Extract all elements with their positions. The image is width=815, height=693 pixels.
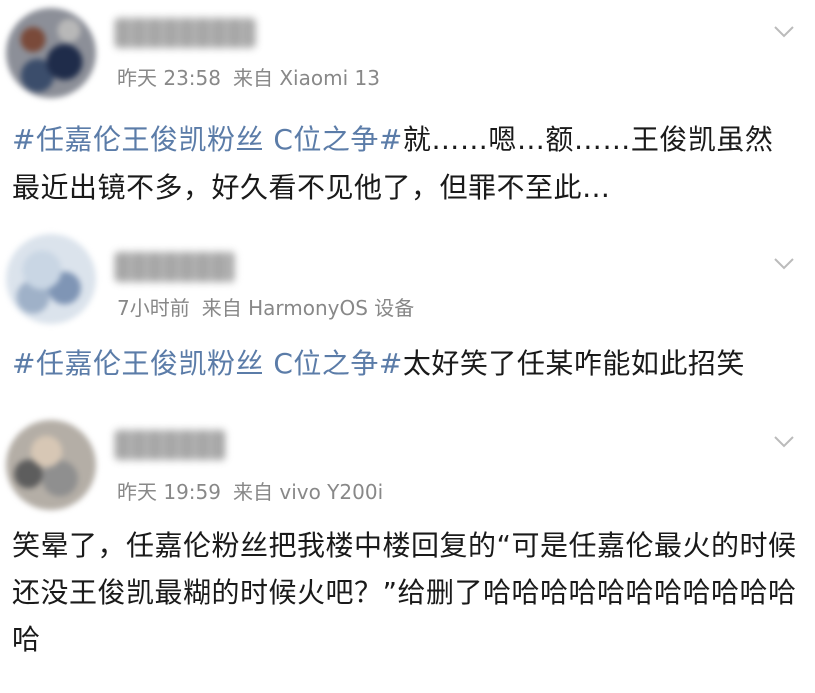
timestamp: 昨天 23:58 xyxy=(117,66,221,90)
device-source: 来自 HarmonyOS 设备 xyxy=(201,296,415,320)
chevron-down-icon[interactable] xyxy=(769,426,799,456)
comment-meta: 7小时前 来自 HarmonyOS 设备 xyxy=(117,292,414,321)
avatar[interactable] xyxy=(6,8,96,98)
comment-meta: 昨天 23:58 来自 Xiaomi 13 xyxy=(117,62,380,91)
avatar[interactable] xyxy=(6,420,96,510)
comment-body: 笑晕了，任嘉伦粉丝把我楼中楼回复的“可是任嘉伦最火的时候还没王俊凯最糊的时候火吧… xyxy=(12,529,797,656)
username-redacted[interactable] xyxy=(115,252,235,282)
chevron-down-icon[interactable] xyxy=(769,248,799,278)
comment-body: 太好笑了任某咋能如此招笑 xyxy=(402,347,745,380)
device-source: 来自 Xiaomi 13 xyxy=(233,66,380,90)
comment-text: #任嘉伦王俊凯粉丝 C位之争#就……嗯…额……王俊凯虽然最近出镜不多，好久看不见… xyxy=(12,116,801,212)
username-redacted[interactable] xyxy=(115,430,225,460)
username-redacted[interactable] xyxy=(115,18,255,48)
device-source: 来自 vivo Y200i xyxy=(233,480,384,504)
timestamp: 7小时前 xyxy=(117,296,190,320)
comment-item: 7小时前 来自 HarmonyOS 设备 #任嘉伦王俊凯粉丝 C位之争#太好笑了… xyxy=(0,222,815,402)
timestamp: 昨天 19:59 xyxy=(117,480,221,504)
comment-item: 昨天 19:59 来自 vivo Y200i 笑晕了，任嘉伦粉丝把我楼中楼回复的… xyxy=(0,402,815,693)
topic-link[interactable]: #任嘉伦王俊凯粉丝 C位之争# xyxy=(12,347,403,380)
topic-link[interactable]: #任嘉伦王俊凯粉丝 C位之争# xyxy=(12,123,403,156)
avatar[interactable] xyxy=(6,234,96,324)
comment-item: 昨天 23:58 来自 Xiaomi 13 #任嘉伦王俊凯粉丝 C位之争#就……… xyxy=(0,0,815,222)
comment-text: 笑晕了，任嘉伦粉丝把我楼中楼回复的“可是任嘉伦最火的时候还没王俊凯最糊的时候火吧… xyxy=(12,522,801,663)
chevron-down-icon[interactable] xyxy=(769,16,799,46)
comment-text: #任嘉伦王俊凯粉丝 C位之争#太好笑了任某咋能如此招笑 xyxy=(12,340,801,388)
comment-meta: 昨天 19:59 来自 vivo Y200i xyxy=(117,476,383,505)
